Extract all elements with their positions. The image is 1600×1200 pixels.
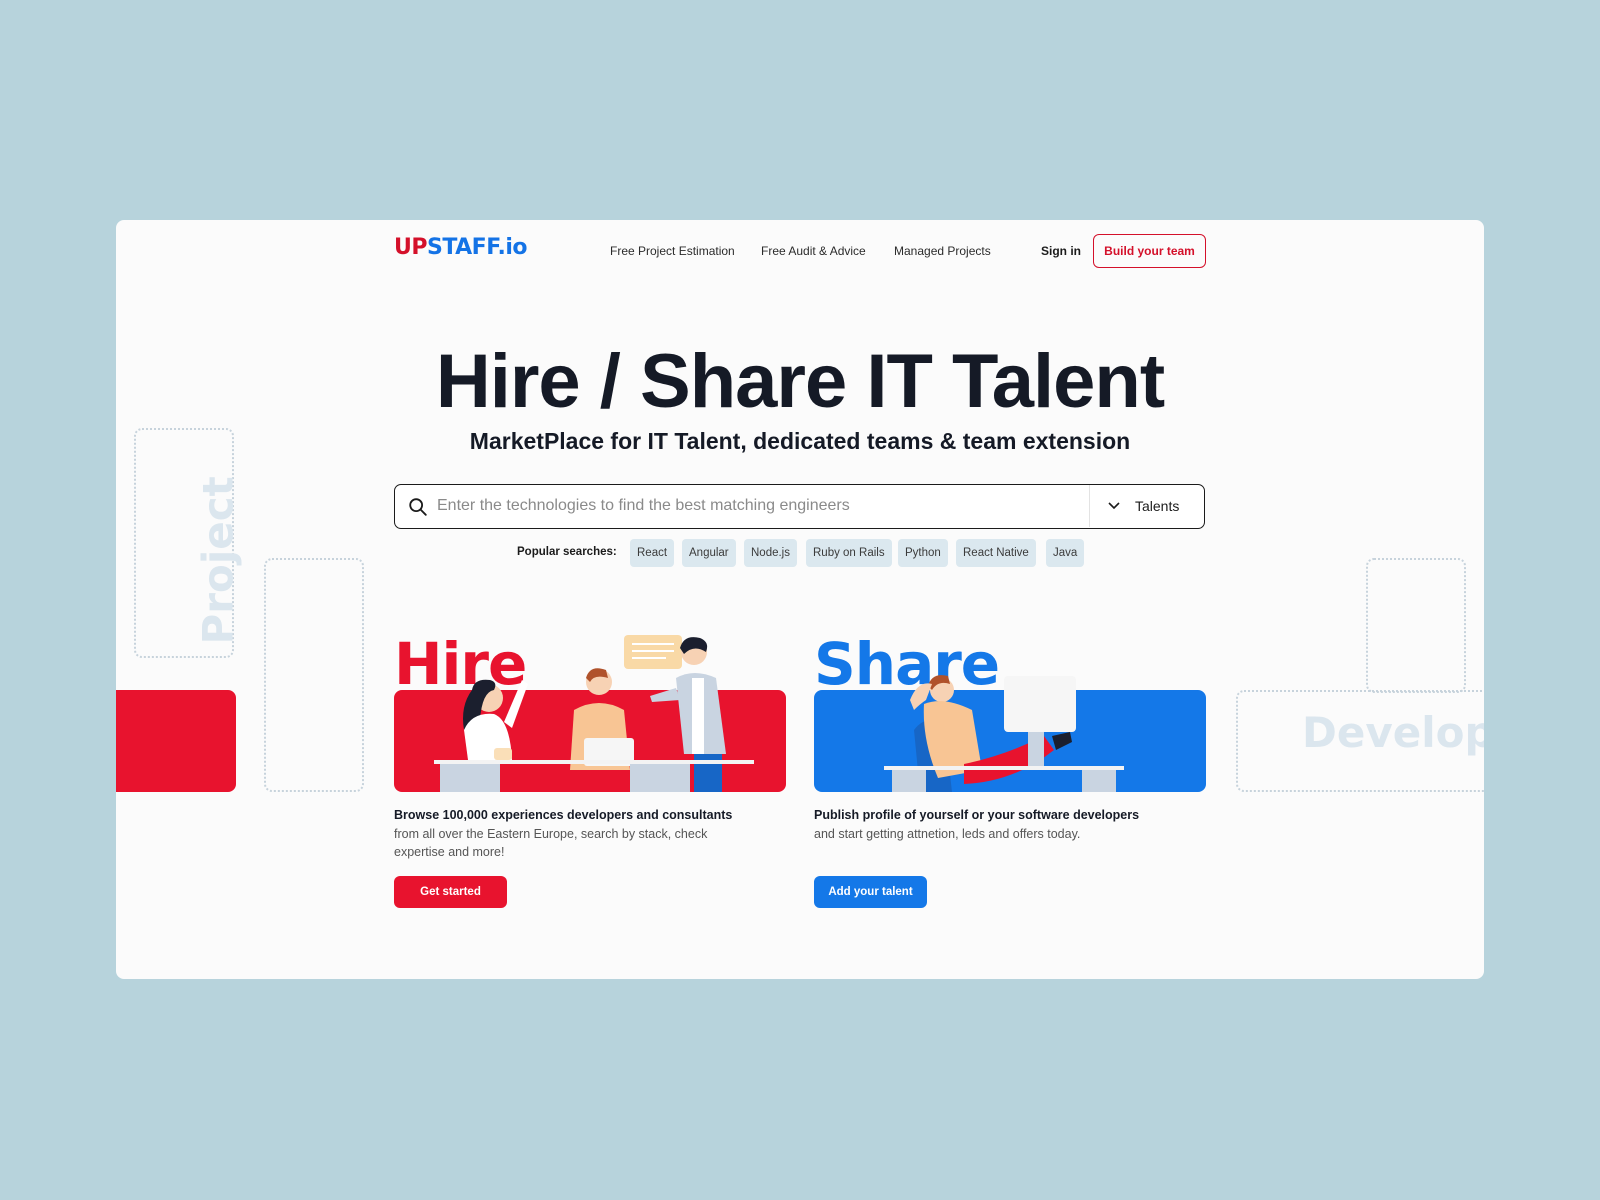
popular-searches-label: Popular searches:	[517, 546, 617, 558]
hire-illustration	[434, 635, 754, 792]
hero-subtitle: MarketPlace for IT Talent, dedicated tea…	[469, 428, 1131, 454]
decor-dotted-box	[1366, 558, 1466, 693]
search-input[interactable]	[437, 491, 1067, 521]
chip-nodejs[interactable]: Node.js	[744, 539, 797, 567]
nav-free-project-estimation[interactable]: Free Project Estimation	[610, 244, 735, 258]
logo-text: STAFF.io	[427, 235, 528, 260]
hire-title: Browse 100,000 experiences developers an…	[394, 808, 733, 822]
get-started-button[interactable]: Get started	[394, 876, 507, 908]
search-bar: Talents	[394, 484, 1205, 529]
decor-red-block	[116, 690, 236, 792]
chip-java[interactable]: Java	[1046, 539, 1085, 567]
page-card: Project Develop UPSTAFF.io Free Project …	[116, 220, 1484, 979]
hire-description: from all over the Eastern Europe, search…	[394, 827, 708, 859]
logo[interactable]: UPSTAFF.io	[394, 235, 528, 260]
chip-react[interactable]: React	[630, 539, 675, 567]
hero-title: Hire / Share IT Talent	[435, 339, 1165, 424]
share-description: and start getting attnetion, leds and of…	[814, 827, 1081, 841]
talents-dropdown[interactable]: Talents	[1091, 485, 1203, 527]
nav-managed-projects[interactable]: Managed Projects	[894, 244, 991, 258]
logo-prefix: UP	[394, 235, 428, 260]
chip-angular[interactable]: Angular	[682, 539, 736, 567]
share-title: Publish profile of yourself or your soft…	[814, 808, 1140, 822]
build-your-team-button[interactable]: Build your team	[1093, 234, 1206, 268]
chip-react-native[interactable]: React Native	[956, 539, 1036, 567]
decor-dotted-box	[264, 558, 364, 792]
add-your-talent-button[interactable]: Add your talent	[814, 876, 927, 908]
chip-ruby-on-rails[interactable]: Ruby on Rails	[806, 539, 892, 567]
nav-free-audit-advice[interactable]: Free Audit & Advice	[761, 244, 866, 258]
sign-in-link[interactable]: Sign in	[1041, 244, 1081, 258]
share-illustration	[884, 675, 1124, 792]
search-divider	[1089, 485, 1090, 527]
talents-dropdown-value: Talents	[1135, 498, 1180, 514]
search-icon	[409, 498, 427, 516]
decor-word-develop: Develop	[1302, 708, 1484, 757]
chip-python[interactable]: Python	[898, 539, 948, 567]
chevron-down-icon	[1108, 502, 1120, 510]
popular-searches: Popular searches: React Angular Node.js …	[116, 539, 1484, 567]
